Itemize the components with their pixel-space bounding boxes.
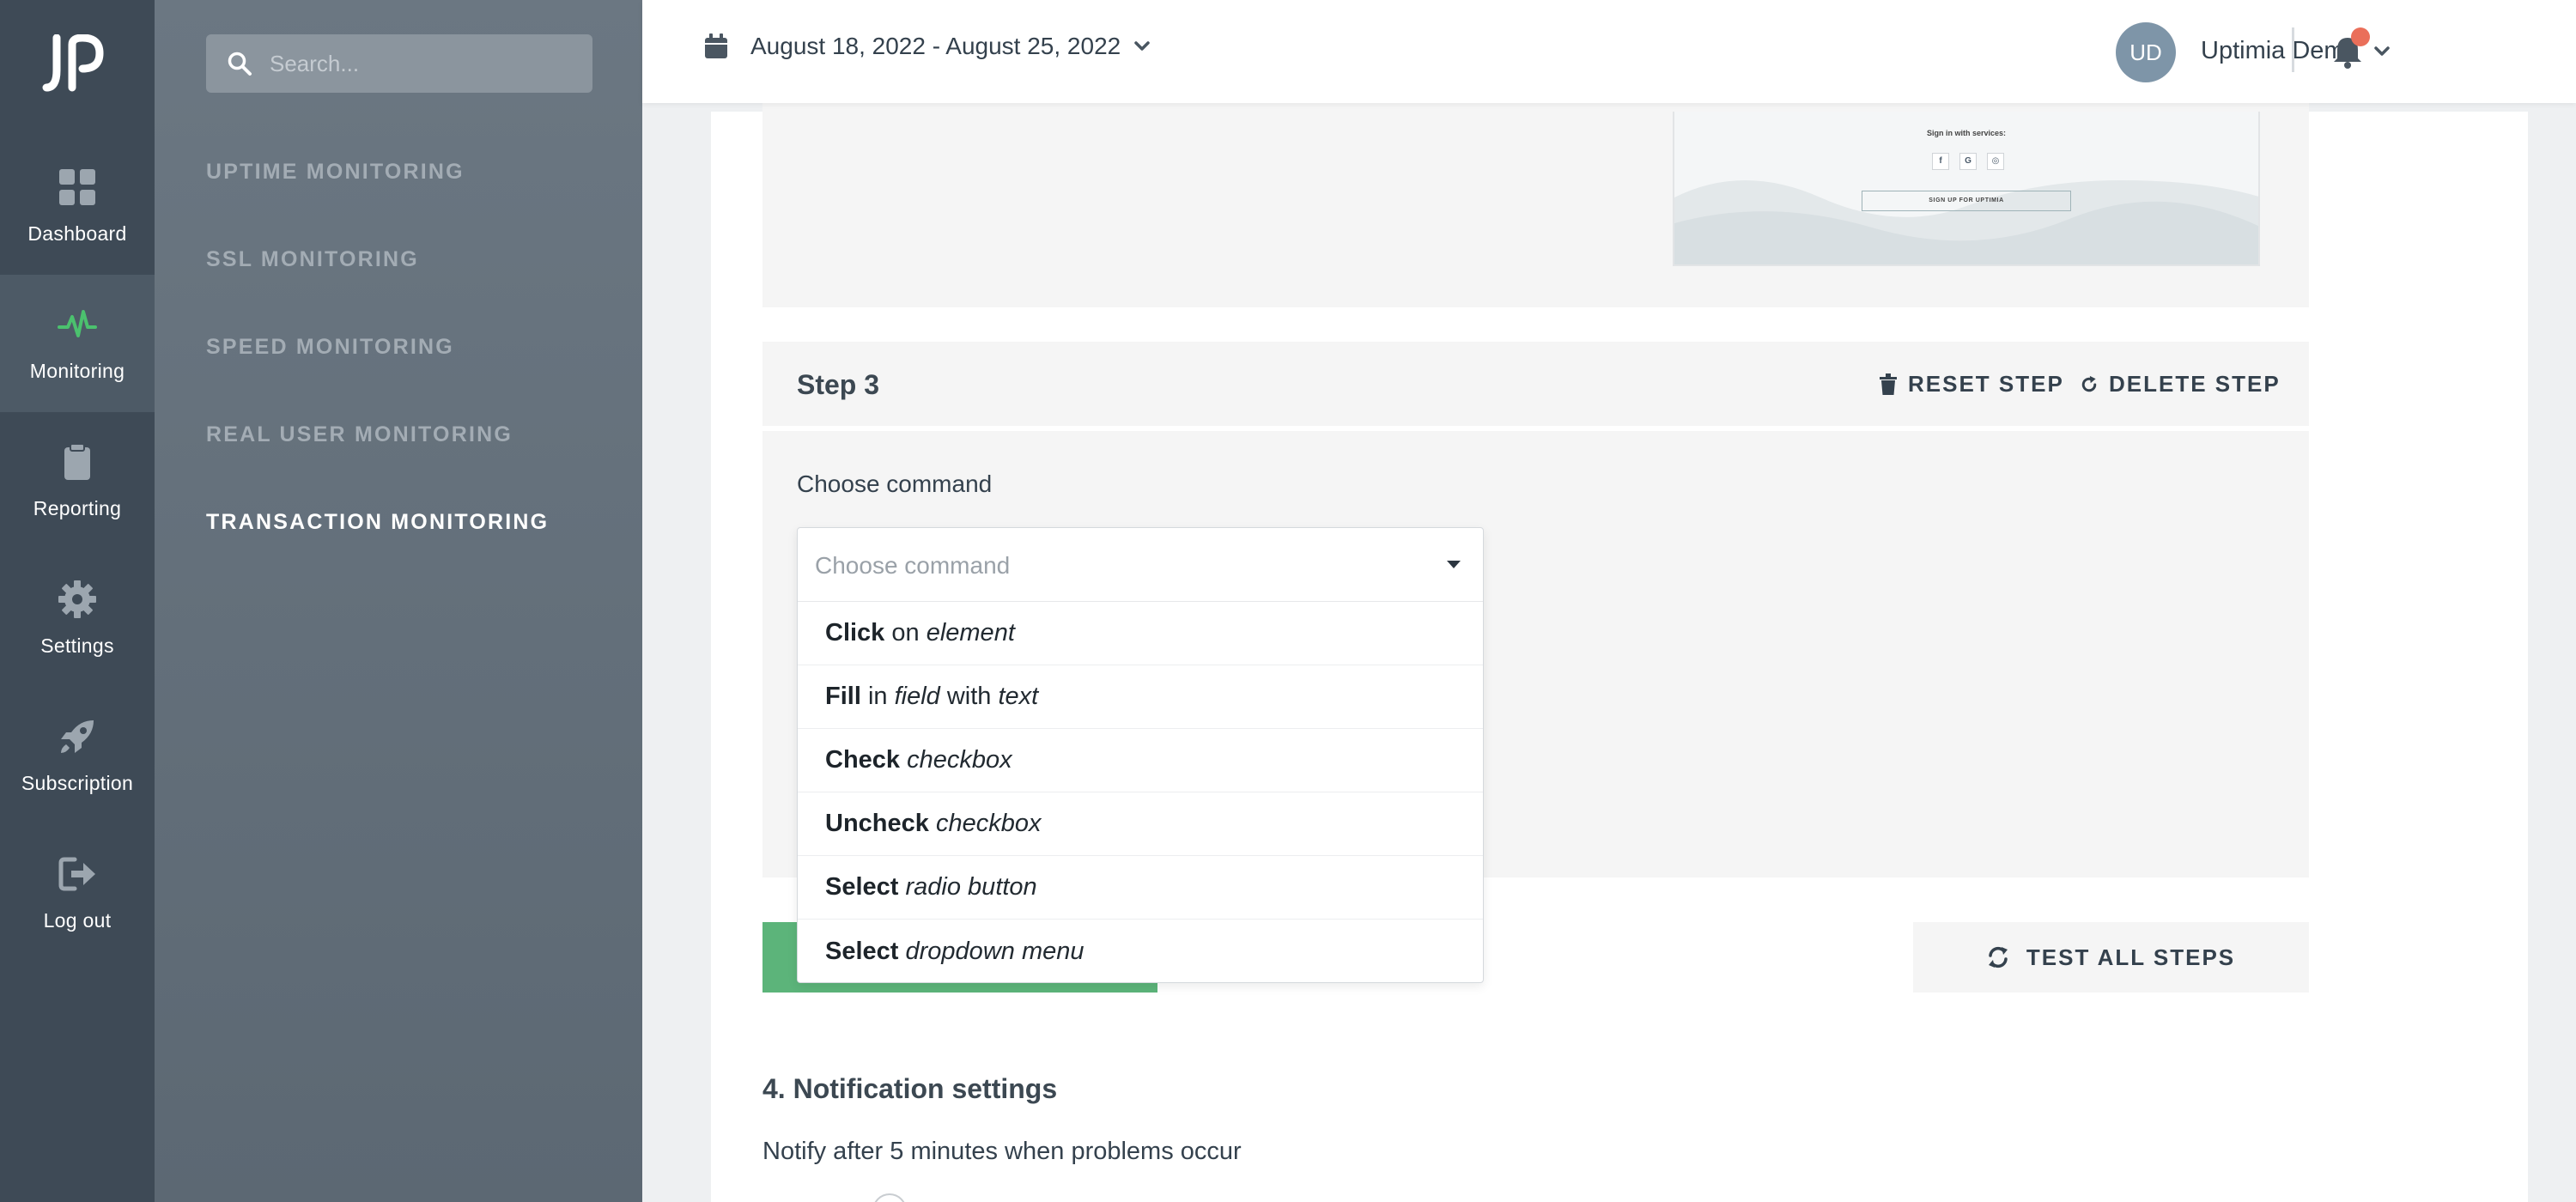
option-target: element	[926, 619, 1015, 647]
gear-icon	[58, 580, 96, 618]
test-all-steps-button[interactable]: TEST ALL STEPS	[1913, 922, 2309, 993]
search-input[interactable]: Search...	[206, 34, 592, 93]
rail-label-logout: Log out	[43, 908, 112, 932]
option-target: checkbox	[935, 810, 1042, 837]
option-verb: Select	[825, 873, 899, 901]
rail-label-monitoring: Monitoring	[29, 359, 125, 382]
choose-command-label: Choose command	[797, 470, 993, 497]
command-option-fill[interactable]: Fill in field with text	[798, 665, 1483, 729]
option-verb: Uncheck	[825, 810, 929, 837]
delete-step-label: DELETE STEP	[2109, 371, 2281, 397]
calendar-icon	[705, 33, 727, 58]
notification-delay-text: Notify after 5 minutes when problems occ…	[762, 1138, 1242, 1165]
date-range-text: August 18, 2022 - August 25, 2022	[750, 33, 1121, 59]
grid-icon	[59, 168, 95, 205]
delete-step-button[interactable]: DELETE STEP	[2080, 371, 2281, 398]
search-placeholder: Search...	[270, 50, 360, 76]
option-verb: Click	[825, 619, 885, 647]
command-option-click[interactable]: Click on element	[798, 602, 1483, 665]
option-target: dropdown menu	[905, 937, 1084, 965]
redo-icon	[2081, 375, 2097, 392]
option-text: on	[884, 619, 927, 647]
command-option-check[interactable]: Check checkbox	[798, 729, 1483, 792]
option-target: field	[894, 683, 940, 710]
submenu-item-transaction[interactable]: TRANSACTION MONITORING	[206, 510, 549, 535]
option-text	[898, 938, 905, 966]
submenu-item-rum[interactable]: REAL USER MONITORING	[206, 422, 513, 447]
notification-badge	[2351, 27, 2370, 46]
step-3-title: Step 3	[797, 369, 880, 400]
submenu-item-ssl[interactable]: SSL MONITORING	[206, 247, 419, 272]
rail-item-logout[interactable]: Log out	[0, 824, 155, 962]
reset-step-label: RESET STEP	[1908, 371, 2064, 397]
command-select-placeholder: Choose command	[815, 552, 1011, 579]
rail-label-settings: Settings	[40, 634, 114, 657]
search-icon	[228, 52, 252, 76]
google-icon: G	[1959, 153, 1977, 170]
step-3-header: Step 3 RESET STEP DELETE STEP	[762, 342, 2309, 428]
refresh-icon	[1988, 946, 2008, 968]
option-verb: Fill	[825, 683, 861, 710]
github-icon: ◎	[1987, 153, 2004, 170]
rail-label-subscription: Subscription	[21, 771, 134, 794]
option-target: checkbox	[907, 746, 1012, 774]
command-option-select-radio[interactable]: Select radio button	[798, 856, 1483, 920]
submenu-item-speed[interactable]: SPEED MONITORING	[206, 335, 454, 360]
chevron-down-icon	[1134, 41, 1150, 51]
header-divider	[2292, 27, 2294, 72]
logout-icon	[58, 857, 95, 890]
option-text: in	[860, 683, 895, 710]
command-option-select-dropdown[interactable]: Select dropdown menu	[798, 920, 1483, 983]
option-text	[898, 873, 905, 902]
rail-item-dashboard[interactable]: Dashboard	[0, 137, 155, 275]
test-all-steps-label: TEST ALL STEPS	[2026, 944, 2236, 970]
option-verb: Select	[825, 937, 899, 965]
thumbnail-signup-button: SIGN UP FOR UPTIMIA	[1862, 191, 2071, 211]
rail-item-reporting[interactable]: Reporting	[0, 412, 155, 549]
clipboard-icon	[64, 442, 90, 480]
pulse-icon	[58, 309, 97, 337]
option-text	[929, 810, 936, 838]
rail-label-reporting: Reporting	[33, 496, 122, 519]
command-select-input[interactable]: Choose command	[798, 528, 1483, 602]
rail-item-subscription[interactable]: Subscription	[0, 687, 155, 824]
icon-rail: Dashboard Monitoring Reporting Settings …	[0, 0, 155, 1202]
submenu-item-uptime[interactable]: UPTIME MONITORING	[206, 160, 465, 185]
rail-item-settings[interactable]: Settings	[0, 549, 155, 687]
option-target: text	[998, 683, 1039, 710]
rail-item-monitoring[interactable]: Monitoring	[0, 275, 155, 412]
logo-icon[interactable]	[38, 34, 106, 94]
command-dropdown[interactable]: Choose command Click on element Fill in …	[797, 527, 1484, 983]
monitoring-submenu: Search... UPTIME MONITORING SSL MONITORI…	[155, 0, 642, 1202]
option-target: radio button	[905, 873, 1037, 901]
command-option-uncheck[interactable]: Uncheck checkbox	[798, 792, 1483, 856]
reset-step-button[interactable]: RESET STEP	[1879, 371, 2064, 398]
option-text: with	[939, 683, 999, 710]
option-text	[900, 746, 907, 774]
chevron-down-icon	[2373, 46, 2390, 56]
caret-down-icon	[1447, 561, 1461, 568]
rocket-icon	[61, 719, 94, 753]
top-header: August 18, 2022 - August 25, 2022 UD Upt…	[642, 0, 2576, 103]
option-verb: Check	[825, 746, 901, 774]
facebook-icon: f	[1932, 153, 1949, 170]
thumbnail-title: Sign in with services:	[1926, 129, 2007, 137]
trash-icon	[1880, 373, 1897, 395]
step-screenshot-thumbnail[interactable]: Sign in with services: f G ◎ SIGN UP FOR…	[1673, 112, 2260, 266]
rail-label-dashboard: Dashboard	[27, 222, 127, 245]
avatar[interactable]: UD	[2116, 22, 2176, 82]
notification-settings-heading: 4. Notification settings	[762, 1073, 1058, 1104]
date-range-picker[interactable]: August 18, 2022 - August 25, 2022	[704, 33, 1150, 60]
